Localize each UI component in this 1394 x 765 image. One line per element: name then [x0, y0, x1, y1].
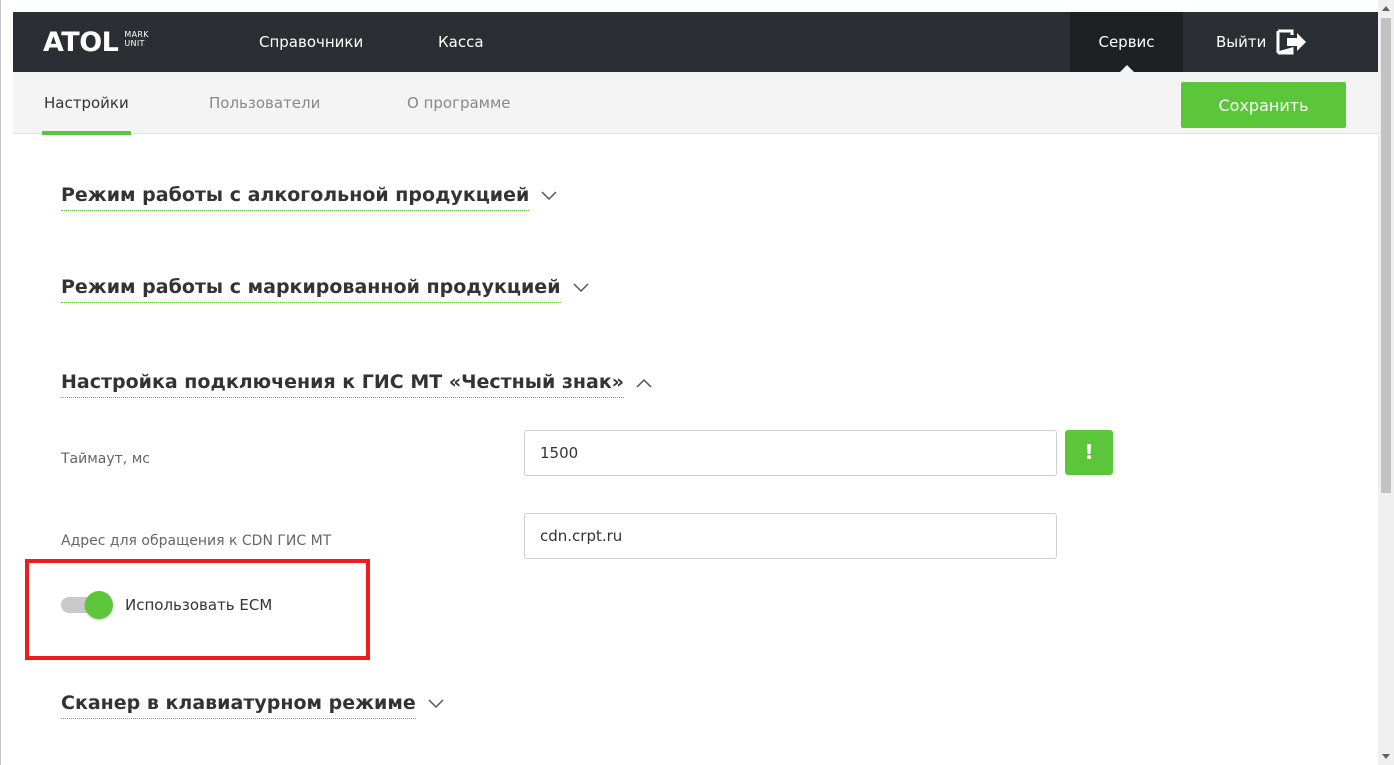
timeout-input[interactable]	[524, 430, 1057, 476]
chevron-down-icon	[428, 698, 444, 708]
logout-label: Выйти	[1216, 33, 1267, 51]
tab-users[interactable]: Пользователи	[209, 72, 320, 134]
nav-cashbox[interactable]: Касса	[438, 12, 484, 72]
chevron-down-icon	[541, 190, 557, 200]
section-alcohol-mode[interactable]: Режим работы с алкогольной продукцией	[61, 184, 557, 211]
app-window: ATOL MARK UNIT Справочники Касса Сервис …	[0, 0, 1379, 765]
logo-text: ATOL	[43, 26, 119, 58]
section-title: Настройка подключения к ГИС МТ «Честный …	[61, 371, 625, 398]
scroll-thumb[interactable]	[1381, 18, 1391, 493]
tab-about[interactable]: О программе	[407, 72, 511, 134]
section-marked-mode[interactable]: Режим работы с маркированной продукцией	[61, 276, 589, 303]
scroll-down-arrow-icon[interactable]	[1382, 754, 1390, 759]
scroll-up-arrow-icon[interactable]	[1382, 6, 1390, 11]
section-title: Режим работы с алкогольной продукцией	[61, 184, 530, 211]
vertical-scrollbar[interactable]	[1378, 0, 1394, 765]
logout-button[interactable]: Выйти	[1216, 12, 1308, 72]
nav-service[interactable]: Сервис	[1070, 12, 1183, 73]
section-keyboard-scanner[interactable]: Сканер в клавиатурном режиме	[61, 692, 444, 719]
red-highlight-frame	[25, 559, 370, 660]
cdn-address-input[interactable]	[524, 513, 1057, 559]
chevron-up-icon	[636, 378, 652, 388]
tab-settings[interactable]: Настройки	[42, 72, 131, 135]
section-gis-mt-connection[interactable]: Настройка подключения к ГИС МТ «Честный …	[61, 371, 652, 398]
warning-button[interactable]: !	[1065, 430, 1113, 475]
top-navigation-bar: ATOL MARK UNIT Справочники Касса Сервис …	[13, 12, 1379, 73]
nav-directories[interactable]: Справочники	[259, 12, 363, 72]
nav-service-label: Сервис	[1098, 33, 1155, 51]
logout-arrow-icon	[1276, 29, 1307, 55]
section-title: Режим работы с маркированной продукцией	[61, 276, 561, 303]
settings-subnav: Настройки Пользователи О программе Сохра…	[13, 72, 1379, 135]
cdn-address-label: Адрес для обращения к CDN ГИС МТ	[61, 533, 332, 549]
atol-mark-unit-logo[interactable]: ATOL MARK UNIT	[43, 26, 149, 58]
logo-subtext: MARK UNIT	[124, 30, 149, 48]
save-button[interactable]: Сохранить	[1181, 82, 1346, 128]
chevron-down-icon	[572, 282, 589, 292]
timeout-label: Таймаут, мс	[61, 451, 150, 467]
section-title: Сканер в клавиатурном режиме	[61, 692, 416, 719]
